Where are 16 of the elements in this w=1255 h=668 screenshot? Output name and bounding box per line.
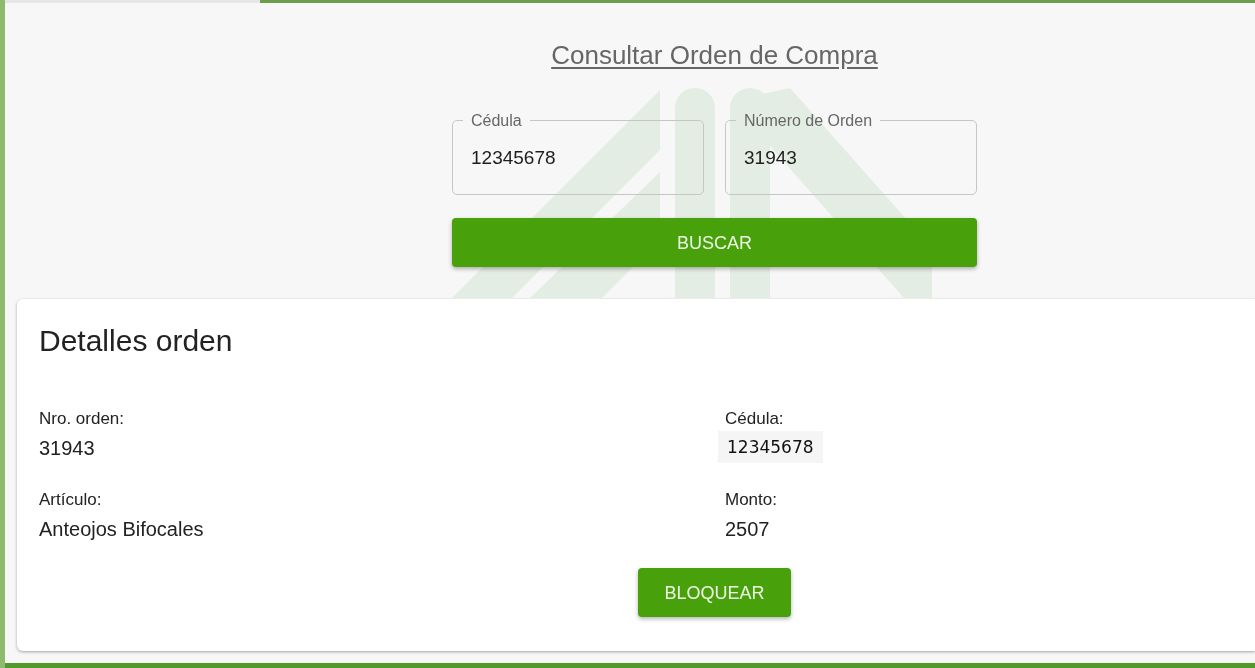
detail-value: 31943 [39, 436, 95, 460]
detail-value: 12345678 [718, 431, 823, 463]
detail-label: Monto: [725, 490, 777, 510]
detail-label: Artículo: [39, 490, 102, 510]
detail-value: 2507 [725, 517, 770, 541]
field-label: Cédula [470, 111, 523, 130]
detail-label: Cédula: [725, 409, 784, 429]
detail-label: Nro. orden: [39, 409, 125, 429]
text-input-field[interactable]: Número de Orden 31943 [725, 111, 977, 195]
text-input-field[interactable]: Cédula 12345678 [452, 111, 704, 195]
page-title: Consultar Orden de Compra [551, 40, 878, 71]
detail-value: Anteojos Bifocales [39, 517, 204, 541]
field-label: Número de Orden [743, 111, 874, 130]
card-title: Detalles orden [39, 323, 233, 359]
text-input[interactable]: 12345678 [471, 144, 685, 172]
text-input[interactable]: 31943 [744, 144, 958, 172]
